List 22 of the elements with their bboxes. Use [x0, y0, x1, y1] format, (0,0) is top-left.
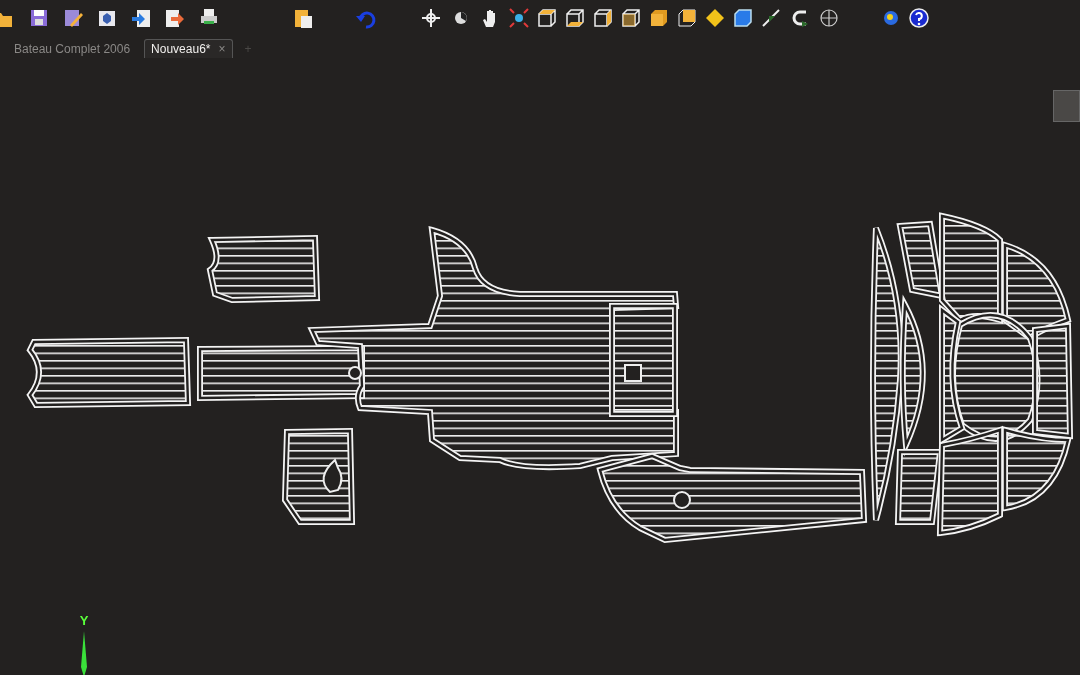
line-arrow-icon[interactable]: [760, 7, 782, 29]
paste-icon[interactable]: [292, 7, 314, 29]
cube-view-icon[interactable]: [592, 7, 614, 29]
export-arrow-icon[interactable]: [164, 7, 186, 29]
import-arrow-icon[interactable]: [130, 7, 152, 29]
cube-solid-icon[interactable]: [648, 7, 670, 29]
cube-view-icon[interactable]: [564, 7, 586, 29]
crosshair-icon[interactable]: [420, 7, 442, 29]
help-icon[interactable]: [908, 7, 930, 29]
cube-shaded-icon[interactable]: [732, 7, 754, 29]
document-tab[interactable]: Nouveau6* ×: [144, 39, 233, 58]
cube-view-icon[interactable]: [536, 7, 558, 29]
zoom-fit-icon[interactable]: [508, 7, 530, 29]
close-tab-button[interactable]: ×: [218, 42, 226, 56]
axis-label: Y: [79, 614, 89, 627]
crosshair-circle-icon[interactable]: [818, 7, 840, 29]
cube-solid-icon[interactable]: [676, 7, 698, 29]
diamond-icon[interactable]: [704, 7, 726, 29]
cube-view-icon[interactable]: [620, 7, 642, 29]
edit-icon[interactable]: [62, 7, 84, 29]
document-tab[interactable]: Bateau Complet 2006: [8, 40, 137, 58]
save-icon[interactable]: [28, 7, 50, 29]
